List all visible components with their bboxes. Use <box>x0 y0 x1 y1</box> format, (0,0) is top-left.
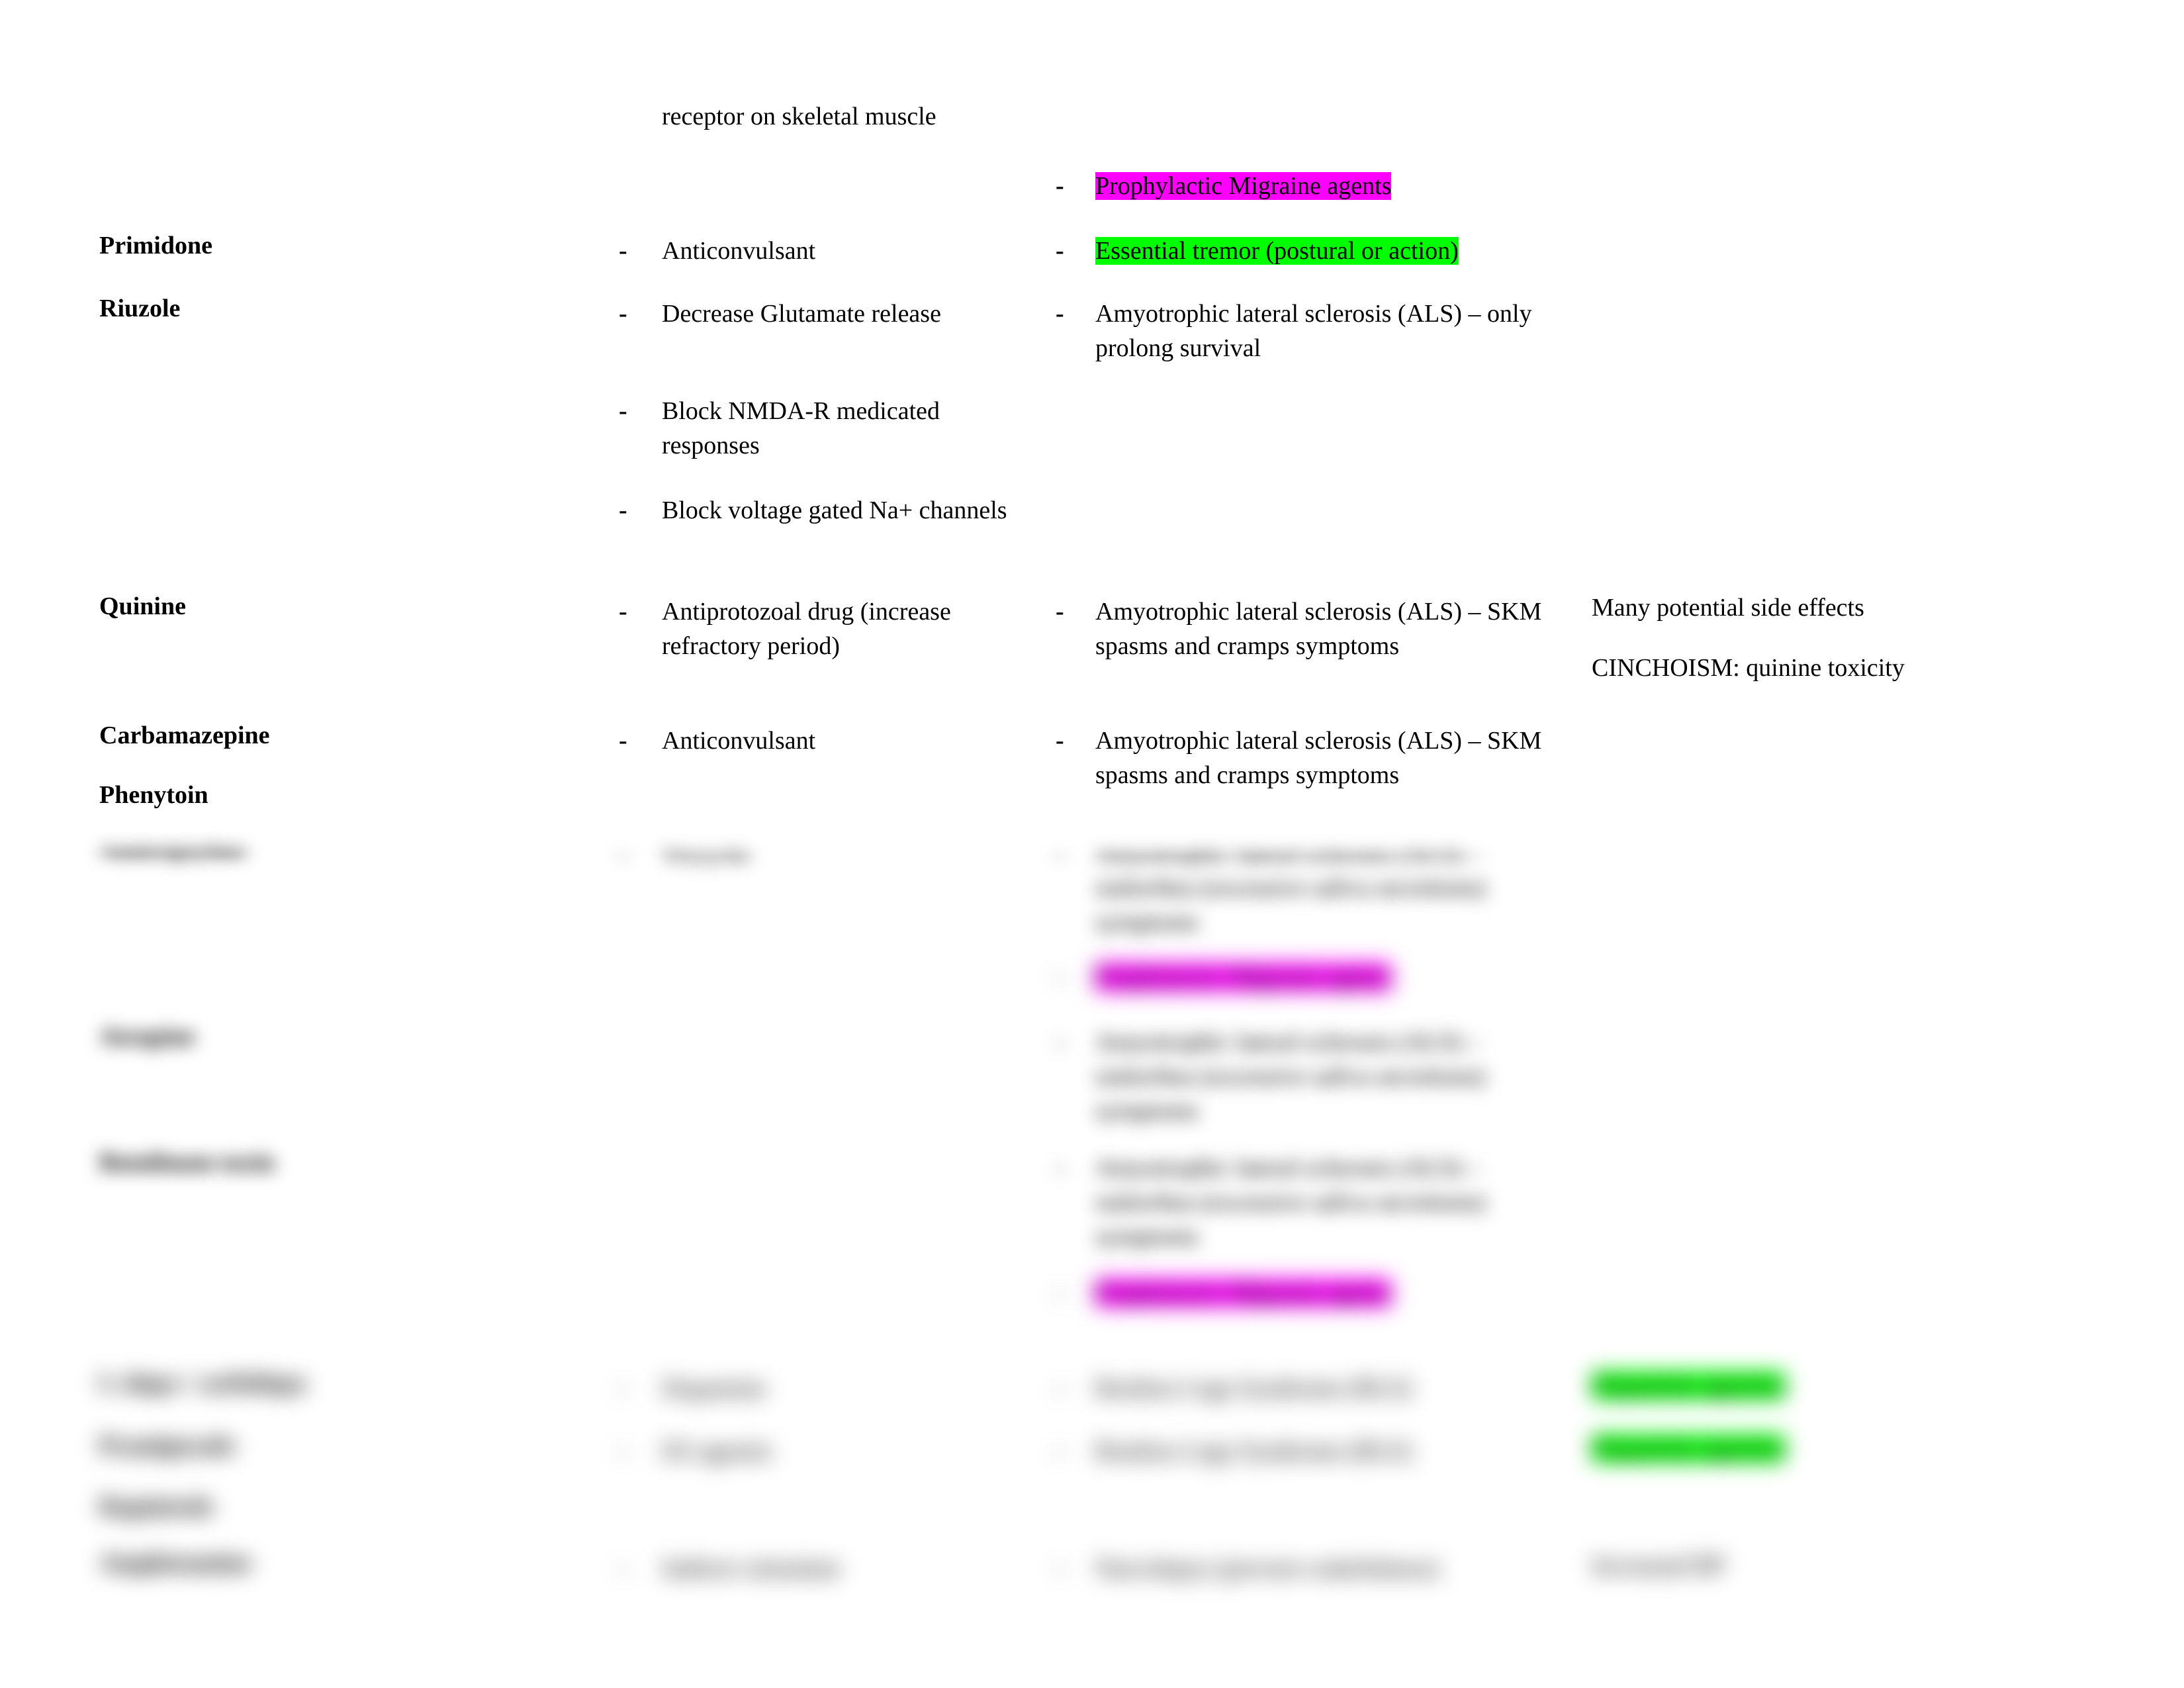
note-many-side-effects: Many potential side effects <box>1592 594 1864 622</box>
bullet-dash-icon: - <box>1056 1374 1064 1402</box>
note-cinchoism: CINCHOISM: quinine toxicity <box>1592 654 1905 682</box>
document-page: receptor on skeletal muscle - Prophylact… <box>0 0 2184 1688</box>
blurred-use: Restless Legs Syndrome (RLS) <box>1095 1374 1412 1402</box>
bullet-dash-icon: - <box>619 300 627 328</box>
drug-name-phenytoin: Phenytoin <box>99 781 208 809</box>
bullet-dash-icon: - <box>1056 963 1064 991</box>
bullet-dash-icon: - <box>619 496 627 524</box>
bullet-dash-icon: - <box>619 397 627 425</box>
bullet-dash-icon: - <box>1056 1028 1064 1056</box>
blurred-drug-name: Ropinirole <box>99 1493 214 1521</box>
bullet-dash-icon: - <box>1056 1554 1064 1582</box>
moa-block-na-channels: Block voltage gated Na+ channels <box>662 496 1007 524</box>
bullet-dash-icon: - <box>619 237 627 265</box>
highlight-green: Dopamine agonists <box>1592 1434 1786 1462</box>
moa-block-nmda: Block NMDA-R medicated responses <box>662 397 940 459</box>
blurred-drug-name: Amitriptyline <box>99 834 246 862</box>
bullet-dash-icon: - <box>1056 237 1064 265</box>
bullet-dash-icon: - <box>1056 1437 1064 1465</box>
bullet-dash-icon: - <box>1056 598 1064 626</box>
blurred-drug-name: Atropine <box>99 1023 195 1051</box>
blurred-note-highlighted: Dopamine agonists <box>1592 1431 2095 1466</box>
blurred-drug-name: Amphetamine <box>99 1549 252 1577</box>
blurred-drug-name: Pramipexole <box>99 1432 235 1460</box>
use-quinine: Amyotrophic lateral sclerosis (ALS) – SK… <box>1095 598 1542 660</box>
drug-name-riuzole: Riuzole <box>99 295 181 322</box>
blurred-use-highlighted: Prophylactic Migraine agents <box>1095 960 1578 994</box>
moa-quinine: Antiprotozoal drug (increase refractory … <box>662 598 951 660</box>
blurred-moa: Tricyclic <box>662 839 752 867</box>
use-carbamazepine: Amyotrophic lateral sclerosis (ALS) – SK… <box>1095 727 1542 789</box>
bullet-dash-icon: - <box>619 1437 627 1465</box>
blurred-use: Narcolepsy (prevent wakefulness) <box>1095 1554 1439 1582</box>
bullet-dash-icon: - <box>1056 1279 1064 1307</box>
blurred-use: Amyotrophic lateral sclerosis (ALS) – si… <box>1095 1154 1486 1250</box>
blurred-moa: D2 agonist <box>662 1437 772 1465</box>
blurred-use: Restless Legs Syndrome (RLS) <box>1095 1437 1412 1465</box>
moa-primidone: Anticonvulsant <box>662 237 816 265</box>
bullet-dash-icon: - <box>619 1374 627 1402</box>
blurred-moa: Dopamine <box>662 1374 767 1402</box>
bullet-dash-icon: - <box>1056 172 1064 200</box>
bullet-dash-icon: - <box>1056 839 1064 867</box>
blurred-note-highlighted: Dopamine agonists <box>1592 1368 2095 1403</box>
blurred-lower-section: Amitriptyline - Tricyclic - Amyotrophic … <box>0 831 2184 1688</box>
bullet-dash-icon: - <box>619 598 627 626</box>
blurred-use-highlighted: Prophylactic Migraine agents <box>1095 1276 1578 1310</box>
use-prophylactic-migraine: Prophylactic Migraine agents <box>1095 169 1578 203</box>
highlight-magenta: Prophylactic Migraine agents <box>1095 963 1392 991</box>
blurred-drug-name: Botulinum toxin <box>99 1149 275 1176</box>
bullet-dash-icon: - <box>619 839 627 867</box>
drug-name-carbamazepine: Carbamazepine <box>99 722 270 749</box>
bullet-dash-icon: - <box>619 727 627 755</box>
blurred-note: Increased BP <box>1592 1552 1725 1579</box>
use-primidone: Essential tremor (postural or action) <box>1095 234 1578 268</box>
use-riuzole: Amyotrophic lateral sclerosis (ALS) – on… <box>1095 300 1532 362</box>
moa-carbamazepine: Anticonvulsant <box>662 727 816 755</box>
blurred-moa: Indirect stimulant <box>662 1554 841 1582</box>
drug-name-primidone: Primidone <box>99 232 212 259</box>
bullet-dash-icon: - <box>619 1554 627 1582</box>
drug-name-quinine: Quinine <box>99 592 186 620</box>
moa-text-continued: receptor on skeletal muscle <box>662 103 936 130</box>
blurred-use: Amyotrophic lateral sclerosis (ALS) – si… <box>1095 1028 1486 1125</box>
bullet-dash-icon: - <box>1056 1154 1064 1182</box>
blurred-use: Amyotrophic lateral sclerosis (ALS) – si… <box>1095 839 1486 936</box>
bullet-dash-icon: - <box>1056 727 1064 755</box>
moa-decrease-glutamate: Decrease Glutamate release <box>662 300 941 328</box>
highlight-magenta: Prophylactic Migraine agents <box>1095 1279 1392 1307</box>
highlight-green: Essential tremor (postural or action) <box>1095 237 1459 265</box>
blurred-drug-name: L-dopa / carbidopa <box>99 1369 306 1397</box>
highlight-magenta: Prophylactic Migraine agents <box>1095 172 1392 200</box>
highlight-green: Dopamine agonists <box>1592 1372 1786 1399</box>
bullet-dash-icon: - <box>1056 300 1064 328</box>
